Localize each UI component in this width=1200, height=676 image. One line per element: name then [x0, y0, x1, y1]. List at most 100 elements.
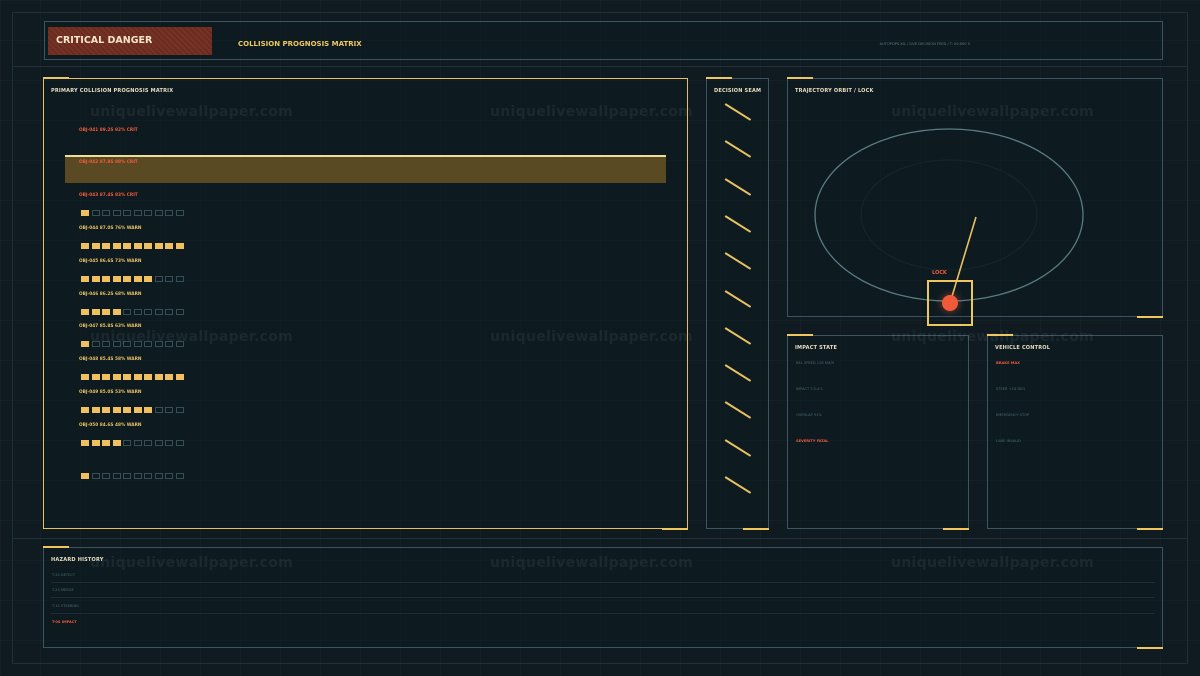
risk-meter-cell: [144, 407, 152, 413]
risk-meter-cell: [123, 210, 131, 216]
orbit-ellipse: [814, 128, 1084, 302]
risk-meter-cell: [112, 440, 121, 446]
risk-meter-cell: [175, 473, 184, 479]
vehicle-item[interactable]: LANE INVALID: [996, 439, 1021, 443]
risk-meter-cell: [165, 473, 173, 479]
seam-slash: [724, 364, 752, 382]
matrix-row-label[interactable]: OBJ-045 86.6S 73% WARN: [79, 259, 142, 264]
risk-meter-cell: [165, 243, 173, 249]
risk-meter-cell: [81, 276, 89, 282]
header-bar: CRITICAL DANGER COLLISION PROGNOSIS MATR…: [44, 21, 1163, 60]
risk-meter: [81, 243, 184, 250]
page-title: COLLISION PROGNOSIS MATRIX: [238, 40, 362, 48]
risk-meter-cell: [102, 473, 110, 479]
risk-meter-cell: [112, 276, 121, 282]
history-divider: [51, 597, 1155, 598]
risk-meter-cell: [144, 309, 152, 315]
risk-meter-cell: [91, 243, 100, 249]
panel-title: DECISION SEAM: [714, 88, 762, 94]
risk-meter-cell: [154, 440, 163, 446]
risk-meter-cell: [175, 407, 184, 413]
panel-accent: [987, 334, 1013, 336]
risk-meter-cell: [133, 374, 142, 380]
risk-meter-cell: [165, 309, 173, 315]
panel-accent: [943, 528, 969, 530]
risk-meter-cell: [154, 374, 163, 380]
risk-meter-cell: [175, 276, 184, 282]
history-item: T-3S DETECT: [52, 573, 76, 577]
risk-meter-cell: [81, 407, 89, 413]
matrix-row-label[interactable]: OBJ-043 87.4S 83% CRIT: [79, 193, 138, 198]
seam-slash: [724, 103, 752, 121]
lock-target-dot[interactable]: [942, 295, 958, 311]
risk-meter-cell: [112, 210, 121, 216]
prognosis-matrix-panel: PRIMARY COLLISION PROGNOSIS MATRIX OBJ-0…: [43, 77, 688, 530]
decision-seam-panel: DECISION SEAM: [706, 77, 769, 530]
risk-meter-cell: [123, 374, 131, 380]
risk-meter-cell: [165, 407, 173, 413]
risk-meter-cell: [133, 276, 142, 282]
risk-meter-cell: [102, 407, 110, 413]
seam-slash: [724, 215, 752, 233]
risk-meter-cell: [102, 374, 110, 380]
risk-meter-cell: [91, 210, 100, 216]
risk-meter-cell: [123, 440, 131, 446]
risk-meter-cell: [165, 276, 173, 282]
seam-slash: [724, 438, 752, 457]
risk-meter-cell: [165, 210, 173, 216]
seam-slash: [724, 252, 752, 270]
risk-meter-cell: [81, 341, 89, 347]
risk-meter-cell: [165, 341, 173, 347]
vehicle-item[interactable]: BRAKE MAX: [996, 361, 1020, 365]
seam-slash: [724, 289, 752, 307]
risk-meter-cell: [112, 374, 121, 380]
seam-slash: [724, 177, 752, 196]
matrix-row-label[interactable]: OBJ-049 85.0S 53% WARN: [79, 390, 142, 395]
risk-meter-cell: [123, 341, 131, 347]
risk-meter-cell: [144, 473, 152, 479]
risk-meter-cell: [144, 374, 152, 380]
matrix-row-label[interactable]: OBJ-050 84.6S 48% WARN: [79, 423, 142, 428]
seam-slash: [724, 401, 752, 419]
matrix-row-label[interactable]: OBJ-046 86.2S 68% WARN: [79, 292, 142, 297]
risk-meter-cell: [165, 440, 173, 446]
risk-meter-cell: [102, 243, 110, 249]
vehicle-item[interactable]: EMERGENCY STOP: [996, 413, 1029, 417]
matrix-row-label[interactable]: OBJ-047 85.8S 63% WARN: [79, 324, 142, 329]
matrix-row-label[interactable]: OBJ-041 89.2S 92% CRIT: [79, 128, 138, 133]
risk-meter: [81, 309, 184, 316]
risk-meter-cell: [175, 341, 184, 347]
history-item: T-2S MERGE: [52, 588, 74, 592]
risk-meter-cell: [154, 407, 163, 413]
critical-danger-badge: CRITICAL DANGER: [48, 27, 212, 55]
panel-accent: [43, 546, 69, 548]
trajectory-orbit-panel: TRAJECTORY ORBIT / LOCK LOCK: [787, 77, 1163, 326]
hazard-history-panel: HAZARD HISTORY T-3S DETECT T-2S MERGE T-…: [43, 546, 1163, 649]
risk-meter-cell: [102, 309, 110, 315]
risk-meter-cell: [91, 276, 100, 282]
risk-meter-cell: [154, 276, 163, 282]
risk-meter-cell: [91, 407, 100, 413]
matrix-row-label[interactable]: OBJ-048 85.4S 58% WARN: [79, 357, 142, 362]
risk-meter: [81, 341, 184, 348]
matrix-row-label[interactable]: OBJ-044 87.0S 76% WARN: [79, 226, 142, 231]
panel-title: VEHICLE CONTROL: [995, 345, 1051, 351]
vehicle-control-panel: VEHICLE CONTROL BRAKE MAX STEER +18 DEG …: [987, 334, 1163, 530]
vehicle-item[interactable]: STEER +18 DEG: [996, 387, 1025, 391]
risk-meter-cell: [165, 374, 173, 380]
risk-meter-cell: [91, 473, 100, 479]
risk-meter-cell: [123, 243, 131, 249]
row-highlight[interactable]: [65, 155, 666, 183]
orbit-graphic: [814, 128, 1084, 304]
risk-meter-cell: [175, 210, 184, 216]
panel-title: HAZARD HISTORY: [51, 557, 104, 563]
matrix-row-label[interactable]: OBJ-042 87.8S 88% CRIT: [79, 160, 138, 165]
risk-meter-cell: [154, 473, 163, 479]
risk-meter: [81, 374, 184, 381]
risk-meter-cell: [91, 374, 100, 380]
risk-meter-cell: [133, 309, 142, 315]
status-readout: AUTOPOPS-XIL / LIVE DECISION FEED / T: 0…: [879, 42, 970, 46]
risk-meter-cell: [112, 309, 121, 315]
risk-meter-cell: [133, 243, 142, 249]
risk-meter-cell: [112, 341, 121, 347]
